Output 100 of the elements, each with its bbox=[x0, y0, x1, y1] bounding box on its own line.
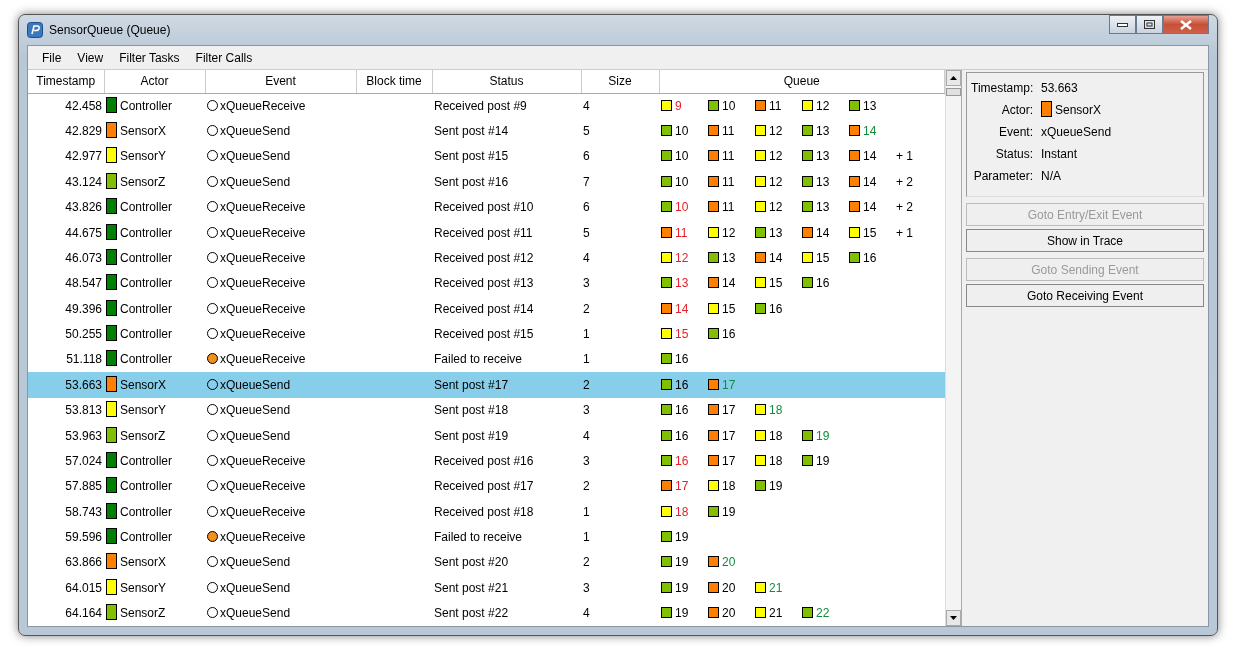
event-name: xQueueReceive bbox=[220, 225, 306, 240]
column-header[interactable]: Event bbox=[205, 70, 356, 93]
field-value: xQueueSend bbox=[1041, 124, 1112, 141]
overflow-count: + 2 bbox=[896, 200, 913, 215]
actor-name: SensorZ bbox=[120, 428, 166, 443]
queue-item-number: 18 bbox=[769, 428, 783, 443]
menu-item[interactable]: View bbox=[69, 48, 112, 67]
queue-item-number: 19 bbox=[816, 453, 830, 468]
table-row[interactable]: 57.885 Controller xQueueReceive Received post #17 2 17 18 19 bbox=[28, 473, 945, 499]
table-row[interactable]: 53.813 SensorY xQueueSend Sent post #18 3 16 17 18 bbox=[28, 397, 945, 423]
app-icon bbox=[27, 22, 43, 38]
queue-item-number: 17 bbox=[722, 377, 736, 392]
table-row[interactable]: 58.743 Controller xQueueReceive Received post #18 1 18 19 bbox=[28, 499, 945, 525]
table-row[interactable]: 42.829 SensorX xQueueSend Sent post #14 5 10 11 12 13 14 bbox=[28, 118, 945, 144]
queue-item-number: 9 bbox=[675, 98, 682, 113]
column-header[interactable]: Queue bbox=[659, 70, 945, 93]
table-row[interactable]: 46.073 Controller xQueueReceive Received post #12 4 12 13 14 15 16 bbox=[28, 245, 945, 271]
timestamp-cell: 53.663 bbox=[65, 377, 102, 392]
timestamp-cell: 48.547 bbox=[65, 276, 102, 291]
column-header[interactable]: Block time bbox=[356, 70, 432, 93]
size-value: 1 bbox=[583, 327, 590, 342]
scroll-up-button[interactable] bbox=[946, 70, 961, 86]
event-name: xQueueSend bbox=[220, 403, 291, 418]
queue-item-number: 13 bbox=[863, 98, 877, 113]
maximize-button[interactable] bbox=[1136, 15, 1163, 34]
actor-name: SensorY bbox=[120, 580, 167, 595]
queue-item-number: 12 bbox=[816, 98, 830, 113]
queue-item-number: 18 bbox=[675, 504, 689, 519]
column-header[interactable]: Status bbox=[432, 70, 581, 93]
minimize-button[interactable] bbox=[1109, 15, 1136, 34]
timestamp-cell: 58.743 bbox=[65, 504, 102, 519]
event-name: xQueueSend bbox=[220, 377, 291, 392]
size-value: 3 bbox=[583, 453, 590, 468]
table-row[interactable]: 64.015 SensorY xQueueSend Sent post #21 3 19 20 21 bbox=[28, 575, 945, 601]
table-row[interactable]: 48.547 Controller xQueueReceive Received post #13 3 13 14 15 16 bbox=[28, 270, 945, 296]
size-value: 3 bbox=[583, 580, 590, 595]
table-row[interactable]: 64.164 SensorZ xQueueSend Sent post #22 4 19 20 21 22 bbox=[28, 600, 945, 626]
column-header[interactable]: Actor bbox=[104, 70, 205, 93]
actor-name: Controller bbox=[120, 301, 173, 316]
table-row[interactable]: 42.977 SensorY xQueueSend Sent post #15 6 10 11 12 13 14 + 1 bbox=[28, 143, 945, 170]
queue-item-number: 14 bbox=[863, 124, 877, 139]
close-button[interactable] bbox=[1163, 15, 1209, 34]
actor-name: SensorZ bbox=[120, 606, 166, 621]
queue-item-number: 16 bbox=[816, 276, 830, 291]
size-value: 1 bbox=[583, 504, 590, 519]
queue-item-number: 10 bbox=[675, 174, 689, 189]
queue-item-number: 19 bbox=[769, 479, 783, 494]
queue-item-number: 13 bbox=[816, 149, 830, 164]
field-value: SensorX bbox=[1055, 102, 1102, 119]
queue-item-number: 21 bbox=[769, 606, 783, 621]
close-icon bbox=[1180, 19, 1192, 30]
table-row[interactable]: 50.255 Controller xQueueReceive Received post #15 1 15 16 bbox=[28, 321, 945, 347]
table-row[interactable]: 53.963 SensorZ xQueueSend Sent post #19 4 16 17 18 19 bbox=[28, 422, 945, 449]
timestamp-cell: 44.675 bbox=[65, 225, 102, 240]
table-row[interactable]: 43.124 SensorZ xQueueSend Sent post #16 7 10 11 12 13 14 + 2 bbox=[28, 169, 945, 195]
queue-item-number: 20 bbox=[722, 555, 736, 570]
queue-item-number: 12 bbox=[769, 124, 783, 139]
menu-item[interactable]: Filter Tasks bbox=[111, 48, 188, 67]
actor-name: SensorY bbox=[120, 403, 167, 418]
size-value: 1 bbox=[583, 530, 590, 545]
actor-name: SensorX bbox=[120, 124, 167, 139]
table-row[interactable]: 49.396 Controller xQueueReceive Received post #14 2 14 15 16 bbox=[28, 296, 945, 322]
queue-item-number: 16 bbox=[722, 327, 736, 342]
queue-item-number: 11 bbox=[675, 225, 688, 240]
field-value: N/A bbox=[1041, 168, 1061, 185]
table-row[interactable]: 57.024 Controller xQueueReceive Received post #16 3 16 17 18 19 bbox=[28, 448, 945, 474]
timestamp-cell: 59.596 bbox=[65, 530, 102, 545]
size-value: 3 bbox=[583, 403, 590, 418]
up-arrow-icon bbox=[950, 76, 957, 80]
field-value: 53.663 bbox=[1041, 80, 1078, 97]
table-row[interactable]: 51.118 Controller xQueueReceive Failed to receive 1 16 bbox=[28, 346, 945, 373]
table-row[interactable]: 42.458 Controller xQueueReceive Received post #9 4 9 10 11 12 13 bbox=[28, 93, 945, 119]
scroll-down-button[interactable] bbox=[946, 610, 961, 626]
timestamp-cell: 63.866 bbox=[65, 555, 102, 570]
column-header[interactable]: Size bbox=[581, 70, 659, 93]
queue-item-number: 16 bbox=[863, 250, 877, 265]
status-text: Sent post #18 bbox=[434, 403, 509, 418]
field-label: Status: bbox=[994, 146, 1034, 163]
menu-item[interactable]: File bbox=[34, 48, 70, 67]
queue-item-number: 19 bbox=[675, 580, 689, 595]
scrollbar-thumb[interactable] bbox=[946, 88, 961, 96]
menu-item[interactable]: Filter Calls bbox=[187, 48, 261, 67]
table-row[interactable]: 44.675 Controller xQueueReceive Received post #11 5 11 12 13 14 15 + 1 bbox=[28, 219, 945, 246]
queue-item-number: 19 bbox=[675, 530, 689, 545]
actor-name: SensorZ bbox=[120, 174, 166, 189]
table-row[interactable]: 63.866 SensorX xQueueSend Sent post #20 2 19 20 bbox=[28, 549, 945, 576]
table-row[interactable]: 59.596 Controller xQueueReceive Failed to receive 1 19 bbox=[28, 524, 945, 550]
queue-item-number: 15 bbox=[722, 301, 736, 316]
actor-name: Controller bbox=[120, 250, 173, 265]
column-header[interactable]: Timestamp bbox=[28, 70, 104, 93]
queue-item-number: 17 bbox=[722, 403, 736, 418]
timestamp-cell: 50.255 bbox=[65, 327, 102, 342]
size-value: 1 bbox=[583, 352, 590, 367]
action-button[interactable]: Goto Receiving Event bbox=[966, 284, 1204, 307]
queue-item-number: 11 bbox=[722, 124, 735, 139]
event-name: xQueueSend bbox=[220, 174, 291, 189]
status-text: Sent post #16 bbox=[434, 174, 509, 189]
table-row[interactable]: 43.826 Controller xQueueReceive Received post #10 6 10 11 12 13 14 + 2 bbox=[28, 194, 945, 220]
table-row[interactable]: 53.663 SensorX xQueueSend Sent post #17 2 16 17 bbox=[28, 372, 945, 398]
action-button[interactable]: Show in Trace bbox=[966, 229, 1204, 252]
